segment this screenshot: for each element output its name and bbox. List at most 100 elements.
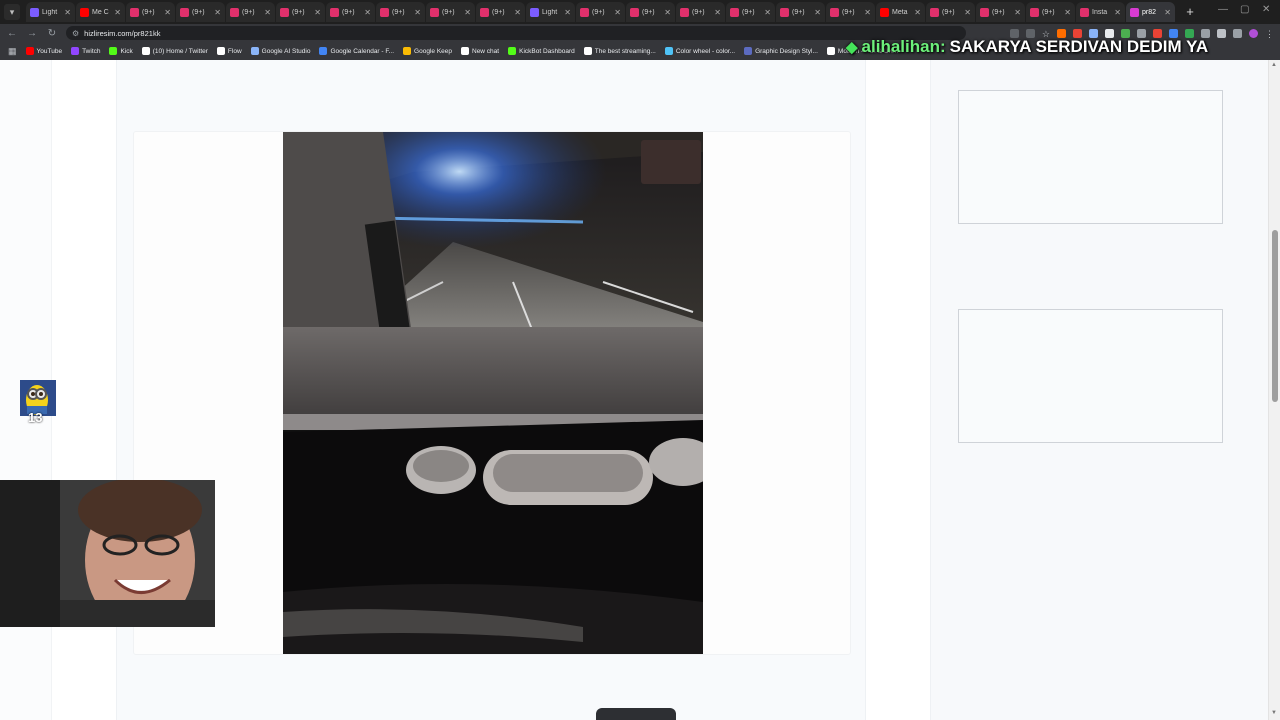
tab-close-icon[interactable]: ✕ [314,8,321,17]
browser-tab[interactable]: (9+) ✕ [176,2,225,22]
browser-tab[interactable]: (9+) ✕ [1026,2,1075,22]
bookmark-item[interactable]: Google AI Studio [250,47,310,55]
bookmark-item[interactable]: (10) Home / Twitter [141,47,208,55]
bottom-tab-handle[interactable] [596,708,676,720]
browser-tab[interactable]: (9+) ✕ [776,2,825,22]
tab-label: Me C [92,8,109,16]
scroll-up-icon[interactable]: ▲ [1271,62,1277,68]
bookmark-favicon-icon [583,47,592,55]
tab-close-icon[interactable]: ✕ [214,8,221,17]
browser-tab[interactable]: (9+) ✕ [126,2,175,22]
tab-search-icon[interactable]: ▾ [4,4,20,20]
tab-close-icon[interactable]: ✕ [514,8,521,17]
image-card [133,131,851,655]
chat-text: SAKARYA SERDIVAN DEDIM YA [949,37,1209,56]
site-info-icon[interactable]: ⚙ [72,29,79,38]
bookmark-item[interactable]: The best streaming... [583,47,656,55]
browser-tab[interactable]: Me C ✕ [76,2,125,22]
browser-tab[interactable]: (9+) ✕ [376,2,425,22]
browser-tab[interactable]: (9+) ✕ [326,2,375,22]
browser-tab[interactable]: Light ✕ [26,2,75,22]
bookmark-item[interactable]: Google Calendar - F... [319,47,394,55]
ad-slot-bottom[interactable] [958,309,1223,443]
bookmark-item[interactable]: Graphic Design Styl... [744,47,818,55]
browser-tab[interactable]: (9+) ✕ [976,2,1025,22]
tab-close-icon[interactable]: ✕ [414,8,421,17]
tab-close-icon[interactable]: ✕ [814,8,821,17]
bookmark-item[interactable]: Kick [109,47,133,55]
tab-label: (9+) [242,8,255,16]
scroll-thumb[interactable] [1272,230,1278,402]
bookmark-list: YouTube Twitch Kick (10) Home / Twitter Flow… [25,47,898,55]
browser-tab[interactable]: (9+) ✕ [726,2,775,22]
tab-favicon-icon [880,7,889,17]
tab-close-icon[interactable]: ✕ [1014,8,1021,17]
reload-icon[interactable]: ↻ [46,28,58,39]
browser-tab[interactable]: (9+) ✕ [276,2,325,22]
tab-close-icon[interactable]: ✕ [964,8,971,17]
browser-tab[interactable]: (9+) ✕ [926,2,975,22]
tab-close-icon[interactable]: ✕ [64,8,71,17]
tab-label: (9+) [742,8,755,16]
browser-tab[interactable]: (9+) ✕ [826,2,875,22]
tab-close-icon[interactable]: ✕ [1164,8,1171,17]
uploaded-photo[interactable] [283,132,703,654]
tab-close-icon[interactable]: ✕ [614,8,621,17]
tab-close-icon[interactable]: ✕ [714,8,721,17]
tab-label: (9+) [942,8,955,16]
bookmark-item[interactable]: YouTube [25,47,62,55]
forward-icon[interactable]: → [26,28,38,39]
back-icon[interactable]: ← [6,28,18,39]
minimize-icon[interactable]: — [1218,4,1228,15]
ad-slot-top[interactable] [958,90,1223,224]
browser-tab[interactable]: (9+) ✕ [226,2,275,22]
download-icon[interactable] [1217,28,1226,38]
bookmark-item[interactable]: New chat [461,47,499,55]
bookmark-item[interactable]: Flow [216,47,242,55]
browser-tab[interactable]: Insta ✕ [1076,2,1125,22]
tab-favicon-icon [380,7,389,17]
new-tab-button[interactable]: + [1182,4,1198,20]
profile-avatar[interactable] [1249,28,1258,38]
tab-favicon-icon [780,7,789,17]
tab-close-icon[interactable]: ✕ [564,8,571,17]
tab-close-icon[interactable]: ✕ [864,8,871,17]
menu-kebab-icon[interactable]: ⋮ [1265,29,1274,39]
bookmark-item[interactable]: KickBot Dashboard [508,47,575,55]
tab-close-icon[interactable]: ✕ [914,8,921,17]
close-window-icon[interactable]: ✕ [1262,4,1270,15]
browser-tab[interactable]: (9+) ✕ [626,2,675,22]
browser-tab[interactable]: Light ✕ [526,2,575,22]
browser-tab[interactable]: (9+) ✕ [676,2,725,22]
browser-tab[interactable]: (9+) ✕ [576,2,625,22]
bookmark-label: Twitch [82,47,101,55]
tab-favicon-icon [330,7,339,17]
address-bar[interactable]: ⚙ hizliresim.com/pr821kk [66,26,966,40]
tab-close-icon[interactable]: ✕ [264,8,271,17]
bookmark-label: The best streaming... [594,47,656,55]
browser-tab[interactable]: Meta ✕ [876,2,925,22]
tab-close-icon[interactable]: ✕ [364,8,371,17]
tab-label: (9+) [342,8,355,16]
tab-close-icon[interactable]: ✕ [464,8,471,17]
tab-close-icon[interactable]: ✕ [1064,8,1071,17]
sidepanel-icon[interactable] [1233,28,1242,38]
tab-close-icon[interactable]: ✕ [114,8,121,17]
bookmark-item[interactable]: Google Keep [403,47,452,55]
tab-label: (9+) [492,8,505,16]
bookmark-item[interactable]: Twitch [71,47,100,55]
apps-grid-icon[interactable]: ▦ [8,46,17,57]
bookmark-favicon-icon [664,47,673,55]
browser-tab[interactable]: pr82 ✕ [1126,2,1175,22]
tab-close-icon[interactable]: ✕ [664,8,671,17]
page-scrollbar[interactable]: ▲ ▼ [1268,60,1280,720]
tab-favicon-icon [80,7,89,17]
tab-close-icon[interactable]: ✕ [1114,8,1121,17]
scroll-down-icon[interactable]: ▼ [1271,710,1277,716]
maximize-icon[interactable]: ▢ [1240,4,1249,15]
bookmark-item[interactable]: Color wheel - color... [664,47,735,55]
tab-close-icon[interactable]: ✕ [164,8,171,17]
browser-tab[interactable]: (9+) ✕ [426,2,475,22]
browser-tab[interactable]: (9+) ✕ [476,2,525,22]
tab-close-icon[interactable]: ✕ [764,8,771,17]
